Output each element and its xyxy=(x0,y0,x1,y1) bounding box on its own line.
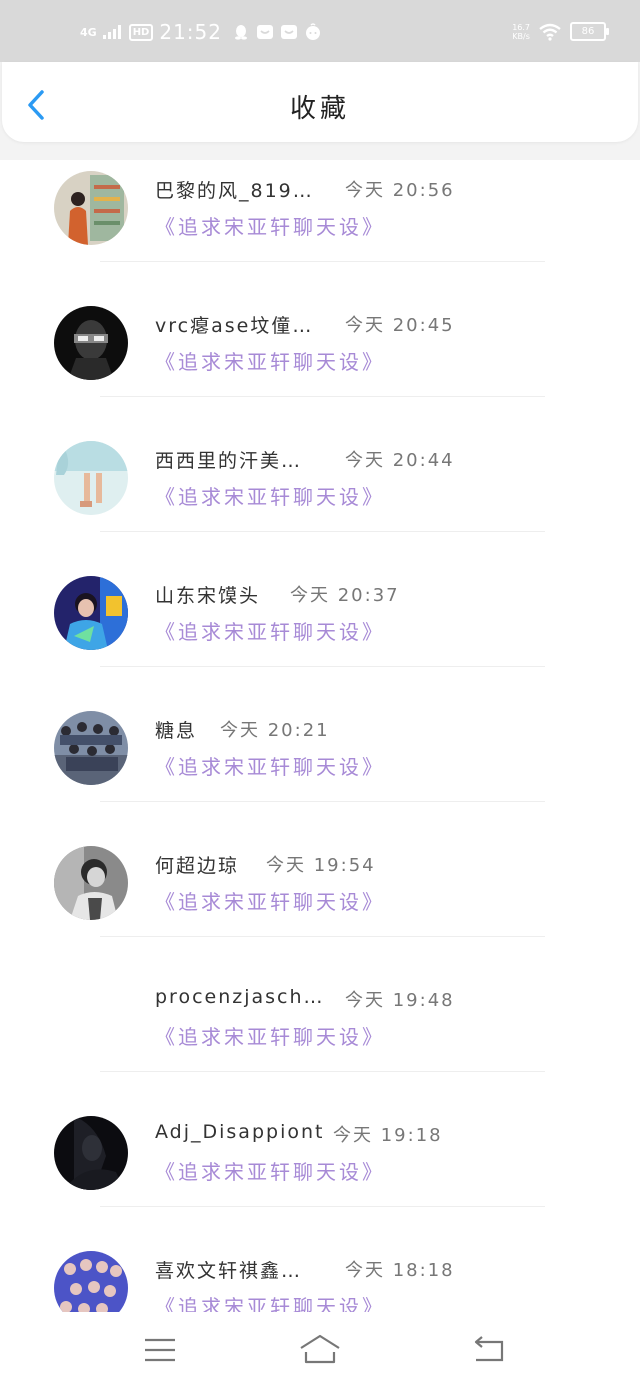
favorite-item[interactable]: 喜欢文轩祺鑫… 今天 18:18 《追求宋亚轩聊天设》 xyxy=(0,1240,640,1312)
favorite-item[interactable]: procenzjasch… 今天 19:48 《追求宋亚轩聊天设》 xyxy=(0,970,640,1105)
avatar xyxy=(54,576,128,650)
status-time: 21:52 xyxy=(159,20,222,44)
sender-name: 糖息 xyxy=(155,720,198,742)
avatar xyxy=(54,306,128,380)
system-nav-bar xyxy=(0,1312,640,1387)
network-speed: 16.7 KB/s xyxy=(512,22,530,41)
timestamp: 今天 20:37 xyxy=(290,585,400,606)
message-app-icon-2 xyxy=(281,25,297,39)
network-indicator: 4G xyxy=(80,25,97,39)
signal-icon xyxy=(102,25,121,39)
timestamp: 今天 20:44 xyxy=(345,450,455,471)
divider xyxy=(100,936,545,937)
favorite-title: 《追求宋亚轩聊天设》 xyxy=(155,485,385,509)
sender-name: procenzjasch… xyxy=(155,986,325,1008)
timestamp: 今天 18:18 xyxy=(345,1260,455,1281)
favorite-title: 《追求宋亚轩聊天设》 xyxy=(155,215,385,239)
sender-name: 山东宋馍头 xyxy=(155,585,261,607)
favorite-item[interactable]: 何超边琼 今天 19:54 《追求宋亚轩聊天设》 xyxy=(0,835,640,970)
avatar xyxy=(54,1251,128,1312)
timestamp: 今天 20:21 xyxy=(220,720,330,741)
favorite-item[interactable]: 巴黎的风_819… 今天 20:56 《追求宋亚轩聊天设》 xyxy=(0,160,640,295)
timestamp: 今天 19:18 xyxy=(333,1125,443,1146)
favorite-item[interactable]: 糖息 今天 20:21 《追求宋亚轩聊天设》 xyxy=(0,700,640,835)
avatar xyxy=(54,711,128,785)
favorite-item[interactable]: Adj_Disappiont 今天 19:18 《追求宋亚轩聊天设》 xyxy=(0,1105,640,1240)
favorite-title: 《追求宋亚轩聊天设》 xyxy=(155,755,385,779)
favorite-item[interactable]: 西西里的汗美… 今天 20:44 《追求宋亚轩聊天设》 xyxy=(0,430,640,565)
divider xyxy=(100,531,545,532)
divider xyxy=(100,1071,545,1072)
favorite-title: 《追求宋亚轩聊天设》 xyxy=(155,1295,385,1312)
timestamp: 今天 19:54 xyxy=(266,855,376,876)
favorite-title: 《追求宋亚轩聊天设》 xyxy=(155,1025,385,1049)
sender-name: 何超边琼 xyxy=(155,855,240,877)
status-bar: 4G HD 21:52 16.7 KB/s 86 xyxy=(0,0,640,62)
avatar xyxy=(54,441,128,515)
sender-name: 喜欢文轩祺鑫… xyxy=(155,1260,303,1282)
favorite-item[interactable]: 山东宋馍头 今天 20:37 《追求宋亚轩聊天设》 xyxy=(0,565,640,700)
baby-face-icon xyxy=(306,23,320,40)
timestamp: 今天 19:48 xyxy=(345,990,455,1011)
page-title: 收藏 xyxy=(289,94,350,124)
favorites-list: 巴黎的风_819… 今天 20:56 《追求宋亚轩聊天设》 vrc瘪ase坟僮…… xyxy=(0,160,640,1312)
sender-name: 巴黎的风_819… xyxy=(155,180,314,202)
divider xyxy=(100,396,545,397)
avatar xyxy=(54,981,128,1055)
divider xyxy=(100,1206,545,1207)
divider xyxy=(100,666,545,667)
favorite-title: 《追求宋亚轩聊天设》 xyxy=(155,620,385,644)
avatar xyxy=(54,846,128,920)
battery-icon: 86 xyxy=(570,22,609,41)
hd-badge: HD xyxy=(128,23,154,41)
avatar xyxy=(54,171,128,245)
favorite-title: 《追求宋亚轩聊天设》 xyxy=(155,890,385,914)
wifi-icon xyxy=(539,23,561,41)
home-icon[interactable] xyxy=(298,1332,342,1368)
sender-name: Adj_Disappiont xyxy=(155,1121,325,1143)
favorite-title: 《追求宋亚轩聊天设》 xyxy=(155,1160,385,1184)
timestamp: 今天 20:56 xyxy=(345,180,455,201)
sender-name: 西西里的汗美… xyxy=(155,450,303,472)
sender-name: vrc瘪ase坟僮… xyxy=(155,315,314,337)
timestamp: 今天 20:45 xyxy=(345,315,455,336)
favorite-title: 《追求宋亚轩聊天设》 xyxy=(155,350,385,374)
app-header: 收藏 xyxy=(2,62,638,142)
favorite-item[interactable]: vrc瘪ase坟僮… 今天 20:45 《追求宋亚轩聊天设》 xyxy=(0,295,640,430)
divider xyxy=(100,261,545,262)
message-app-icon xyxy=(257,25,273,39)
avatar xyxy=(54,1116,128,1190)
qq-icon xyxy=(235,25,247,40)
back-icon[interactable] xyxy=(470,1332,506,1368)
menu-icon[interactable] xyxy=(142,1332,178,1368)
divider xyxy=(100,801,545,802)
